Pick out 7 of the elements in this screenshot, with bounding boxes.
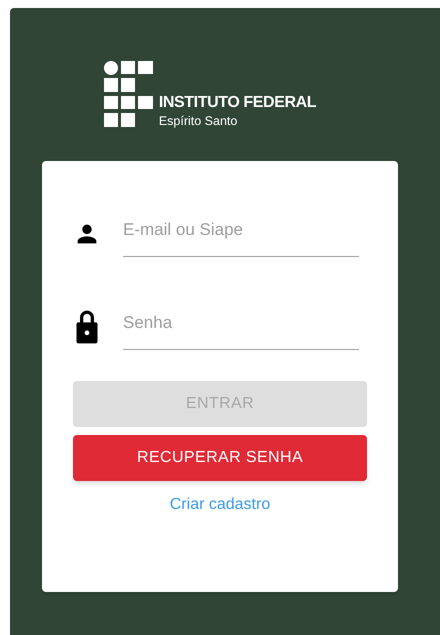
email-field[interactable]: E-mail ou Siape [123, 211, 359, 257]
logo-subtitle: Espírito Santo [158, 113, 238, 129]
create-account-link[interactable]: Criar cadastro [170, 493, 270, 517]
password-field[interactable]: Senha [123, 304, 359, 350]
recover-password-button[interactable]: RECUPERAR SENHA [73, 435, 367, 481]
logo-title: INSTITUTO FEDERAL [158, 93, 316, 113]
logo-icon [104, 61, 153, 127]
